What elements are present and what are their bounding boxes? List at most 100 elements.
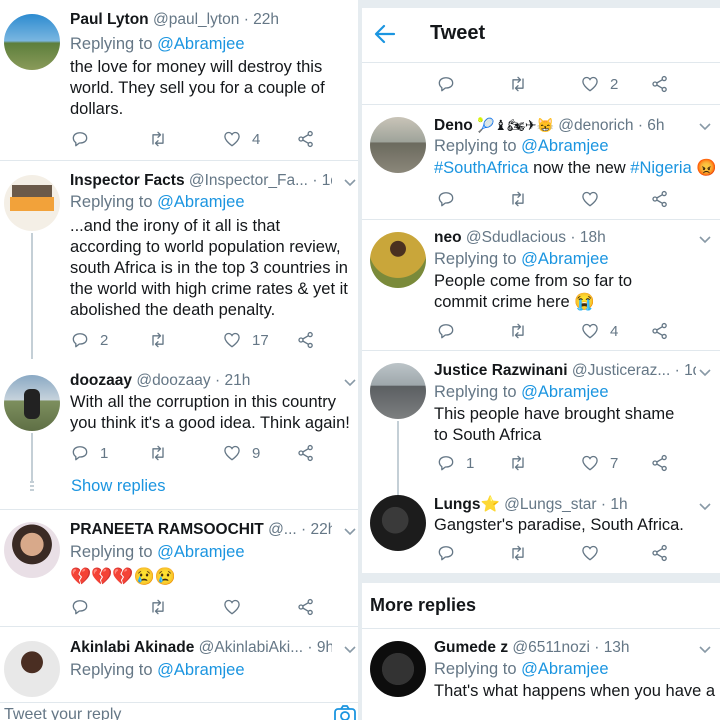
retweet-button[interactable]: [508, 542, 528, 564]
chevron-down-icon[interactable]: [698, 119, 712, 133]
tweet-justice-razwinani[interactable]: Justice Razwinani @Justiceraz... · 1d Re…: [362, 351, 720, 501]
mention-link[interactable]: @Abramjee: [157, 661, 244, 679]
share-button[interactable]: [650, 452, 670, 474]
tweet-deno[interactable]: Deno 🎾♝🏍✈😸 @denorich · 6h Replying to @A…: [362, 105, 720, 219]
chevron-down-icon[interactable]: [343, 175, 357, 189]
retweet-button[interactable]: [508, 320, 528, 342]
share-button[interactable]: [296, 596, 316, 618]
tweet-praneeta[interactable]: PRANEETA RAMSOOCHIT @... · 22h Replying …: [0, 510, 358, 626]
author-handle[interactable]: @Justiceraz...: [572, 362, 670, 379]
retweet-button[interactable]: [148, 128, 168, 150]
reply-button[interactable]: [436, 188, 456, 210]
mention-link[interactable]: @Abramjee: [157, 543, 244, 561]
share-button[interactable]: [650, 188, 670, 210]
share-button[interactable]: [296, 442, 316, 464]
author-name[interactable]: Deno: [434, 117, 473, 134]
hashtag-link[interactable]: #SouthAfrica: [434, 159, 528, 177]
camera-icon[interactable]: [334, 705, 356, 720]
tweet-doozaay[interactable]: doozaay @doozaay · 21h With all the corr…: [0, 359, 358, 509]
back-arrow-icon[interactable]: [374, 24, 396, 44]
tweet-lungs[interactable]: Lungs⭐ @Lungs_star · 1h Gangster's parad…: [362, 485, 720, 571]
reply-button[interactable]: 1: [70, 442, 108, 464]
author-handle[interactable]: @AkinlabiAki...: [199, 639, 303, 656]
author-name[interactable]: Lungs⭐: [434, 496, 500, 513]
chevron-down-icon[interactable]: [698, 499, 712, 513]
avatar[interactable]: [4, 375, 60, 431]
avatar[interactable]: [370, 641, 426, 697]
author-handle[interactable]: @paul_lyton: [153, 11, 239, 28]
retweet-button[interactable]: [508, 73, 528, 95]
retweet-button[interactable]: [148, 329, 168, 351]
like-button[interactable]: 2: [580, 73, 618, 95]
author-handle[interactable]: @doozaay: [136, 372, 210, 389]
author-handle[interactable]: @denorich: [558, 117, 633, 134]
author-name[interactable]: doozaay: [70, 372, 132, 389]
avatar[interactable]: [4, 522, 60, 578]
chevron-down-icon[interactable]: [343, 524, 357, 538]
reply-button[interactable]: 1: [436, 452, 474, 474]
hashtag-link[interactable]: #Nigeria: [630, 159, 691, 177]
retweet-button[interactable]: [508, 452, 528, 474]
reply-button[interactable]: 2: [70, 329, 108, 351]
mention-link[interactable]: @Abramjee: [157, 193, 244, 211]
mention-link[interactable]: @Abramjee: [521, 660, 608, 678]
share-button[interactable]: [296, 329, 316, 351]
author-name[interactable]: Gumede z: [434, 639, 508, 656]
reply-button[interactable]: [436, 320, 456, 342]
chevron-down-icon[interactable]: [698, 232, 712, 246]
author-handle[interactable]: @Inspector_Fa...: [189, 172, 308, 189]
avatar[interactable]: [370, 117, 426, 173]
author-handle[interactable]: @6511nozi: [512, 639, 590, 656]
mention-link[interactable]: @Abramjee: [521, 383, 608, 401]
share-button[interactable]: [650, 542, 670, 564]
mention-link[interactable]: @Abramjee: [521, 137, 608, 155]
chevron-down-icon[interactable]: [698, 365, 712, 379]
avatar[interactable]: [370, 363, 426, 419]
avatar[interactable]: [370, 232, 426, 288]
mention-link[interactable]: @Abramjee: [521, 250, 608, 268]
avatar[interactable]: [4, 175, 60, 231]
chevron-down-icon[interactable]: [343, 642, 357, 656]
author-name[interactable]: PRANEETA RAMSOOCHIT: [70, 521, 264, 538]
chevron-down-icon[interactable]: [698, 642, 712, 656]
share-button[interactable]: [650, 73, 670, 95]
compose-input[interactable]: Tweet your reply: [4, 703, 121, 720]
like-button[interactable]: [580, 542, 600, 564]
author-name[interactable]: Paul Lyton: [70, 11, 149, 28]
compose-bar[interactable]: Tweet your reply: [0, 702, 358, 720]
mention-link[interactable]: @Abramjee: [157, 35, 244, 53]
chevron-down-icon[interactable]: [343, 375, 357, 389]
like-button[interactable]: 17: [222, 329, 269, 351]
tweet-gumede-z[interactable]: Gumede z @6511nozi · 13h Replying to @Ab…: [362, 629, 720, 720]
tweet-neo[interactable]: neo @Sdudlacious · 18h Replying to @Abra…: [362, 220, 720, 350]
like-button[interactable]: 7: [580, 452, 618, 474]
like-button[interactable]: 4: [580, 320, 618, 342]
like-button[interactable]: [580, 188, 600, 210]
show-replies-link[interactable]: Show replies: [71, 477, 165, 496]
author-handle[interactable]: @Lungs_star: [504, 496, 596, 513]
tweet-inspector-facts[interactable]: Inspector Facts @Inspector_Fa... · 1d Re…: [0, 161, 358, 359]
reply-button[interactable]: [70, 128, 90, 150]
author-name[interactable]: neo: [434, 229, 462, 246]
share-button[interactable]: [296, 128, 316, 150]
retweet-button[interactable]: [148, 596, 168, 618]
avatar[interactable]: [370, 495, 426, 551]
reply-button[interactable]: [70, 596, 90, 618]
avatar[interactable]: [4, 641, 60, 697]
reply-button[interactable]: [436, 542, 456, 564]
tweet-akinlabi[interactable]: Akinlabi Akinade @AkinlabiAki... · 9h Re…: [0, 627, 358, 703]
like-button[interactable]: 9: [222, 442, 260, 464]
reply-button[interactable]: [436, 73, 456, 95]
tweet-paul-lyton[interactable]: Paul Lyton @paul_lyton · 22h Replying to…: [0, 0, 358, 160]
like-button[interactable]: 4: [222, 128, 260, 150]
avatar[interactable]: [4, 14, 60, 70]
author-handle[interactable]: @...: [268, 521, 297, 538]
retweet-button[interactable]: [148, 442, 168, 464]
retweet-button[interactable]: [508, 188, 528, 210]
share-button[interactable]: [650, 320, 670, 342]
author-name[interactable]: Justice Razwinani: [434, 362, 568, 379]
author-name[interactable]: Akinlabi Akinade: [70, 639, 194, 656]
like-button[interactable]: [222, 596, 242, 618]
author-name[interactable]: Inspector Facts: [70, 172, 185, 189]
author-handle[interactable]: @Sdudlacious: [466, 229, 566, 246]
